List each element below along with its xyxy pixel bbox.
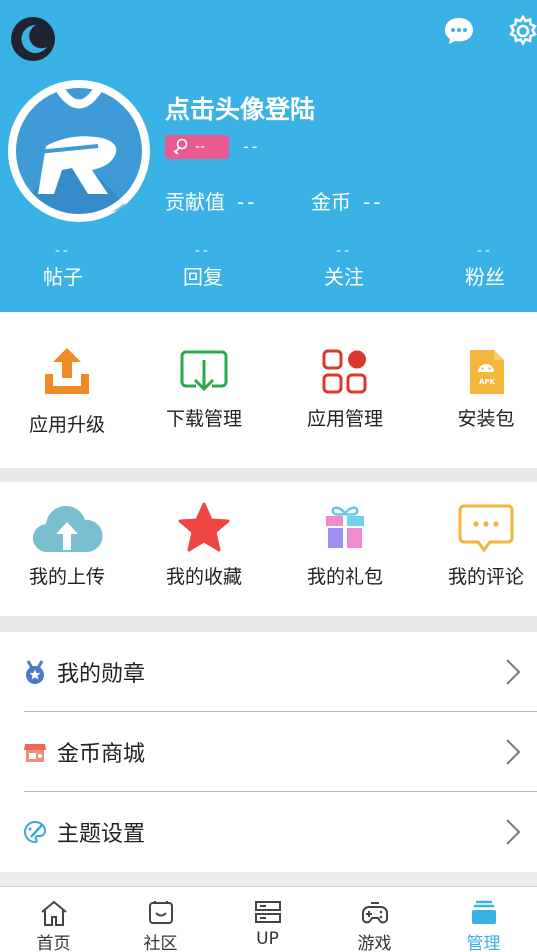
upload-tray-icon [45,348,89,394]
section-divider [0,616,537,632]
tool-label: 应用管理 [306,408,383,430]
stat-label: 粉丝 [465,265,505,289]
tool-label: 下载管理 [165,408,242,430]
up-icon [254,901,281,923]
app-grid-icon [322,349,367,394]
contribution-value: -- [237,190,258,214]
tool-label: 应用升级 [28,414,105,436]
cloud-upload-icon [32,505,103,553]
my-uploads-button[interactable]: 我的上传 [0,500,134,589]
avatar[interactable] [8,80,150,222]
download-icon [180,350,228,392]
my-gifts-button[interactable]: 我的礼包 [278,500,412,589]
my-medals-row[interactable]: 我的勋章 [0,632,537,712]
app-logo-icon [10,81,148,220]
stat-value: -- [54,243,72,259]
tools-grid: 应用升级 下载管理 应用管理 APK 安装包 [0,312,537,468]
level-text: -- [243,137,261,156]
stat-value: -- [476,243,494,259]
tab-label: 游戏 [357,934,392,952]
app-manager-button[interactable]: 应用管理 [278,344,412,431]
stat-value: -- [335,243,353,259]
profile-header: 点击头像登陆 -- -- 贡献值 -- 金币 -- -- 帖子 -- 回复 -- 关… [0,0,537,312]
coins: 金币 -- [311,186,383,215]
coin-mall-row[interactable]: 金币商城 [0,712,537,792]
star-icon [178,502,230,552]
tab-label: 管理 [466,934,501,952]
install-package-button[interactable]: APK 安装包 [419,344,537,431]
stat-replies[interactable]: -- 回复 [148,240,258,292]
level-badge-text: -- [195,139,206,155]
menu-label: 主题设置 [57,822,146,847]
stat-label: 帖子 [43,265,83,289]
female-icon [173,138,188,155]
tab-up[interactable]: UP [214,887,321,952]
stat-label: 回复 [183,265,223,289]
menu-label: 我的勋章 [57,662,146,687]
personal-label: 我的收藏 [165,566,242,588]
apk-icon-text: APK [479,378,496,386]
level-badge: -- [165,135,229,159]
tab-games[interactable]: 游戏 [321,887,428,952]
personal-label: 我的礼包 [306,566,383,588]
stat-value: -- [194,243,212,259]
my-comments-button[interactable]: 我的评论 [419,500,537,589]
stat-following[interactable]: -- 关注 [289,240,399,292]
bottom-nav: 首页 社区 UP 游戏 管理 [0,886,537,952]
settings-list: 我的勋章 金币商城 主题设置 [0,632,537,872]
message-icon[interactable] [442,14,476,48]
personal-grid: 我的上传 我的收藏 我的礼包 我的评论 [0,482,537,616]
settings-gear-icon[interactable] [506,14,537,48]
tab-home[interactable]: 首页 [0,887,107,952]
theme-settings-row[interactable]: 主题设置 [0,792,537,872]
apk-icon: APK [470,350,504,394]
tool-label: 安装包 [457,408,515,430]
chevron-right-icon [506,659,521,685]
tab-label: UP [256,929,279,949]
contribution-label: 贡献值 [165,190,225,214]
shop-icon [24,744,46,762]
app-upgrade-button[interactable]: 应用升级 [0,344,134,437]
section-divider [0,468,537,482]
stat-posts[interactable]: -- 帖子 [8,240,118,292]
palette-icon [24,820,47,844]
night-mode-icon[interactable] [9,14,57,62]
comment-icon [458,504,514,553]
tab-community[interactable]: 社区 [107,887,214,952]
coins-label: 金币 [311,190,351,214]
personal-label: 我的评论 [447,566,524,588]
download-manager-button[interactable]: 下载管理 [137,344,271,431]
chevron-right-icon [506,819,521,845]
gift-icon [326,506,364,548]
gamepad-icon [361,902,388,924]
stat-label: 关注 [324,265,364,289]
contribution: 贡献值 -- [165,186,257,215]
chevron-right-icon [506,739,521,765]
menu-label: 金币商城 [57,742,146,767]
tab-manage[interactable]: 管理 [430,887,537,952]
tab-label: 社区 [143,934,178,952]
my-favorites-button[interactable]: 我的收藏 [137,500,271,589]
home-icon [40,900,67,926]
personal-label: 我的上传 [28,566,105,588]
community-icon [148,901,173,924]
tab-label: 首页 [36,934,71,952]
stat-fans[interactable]: -- 粉丝 [430,240,537,292]
medal-icon [26,660,44,684]
login-prompt[interactable]: 点击头像登陆 [165,90,315,126]
coins-value: -- [363,190,384,214]
manage-icon [471,900,496,924]
